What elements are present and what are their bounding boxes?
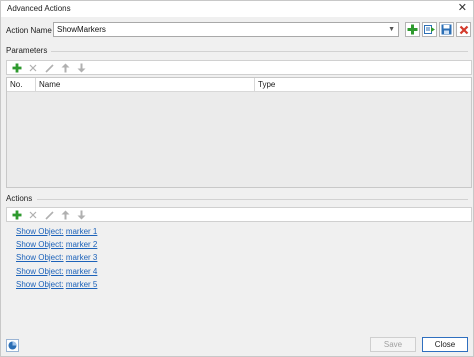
action-name-value: ShowMarkers xyxy=(57,25,106,34)
window-title: Advanced Actions xyxy=(7,4,71,13)
add-action-button[interactable] xyxy=(405,22,420,37)
action-command-link[interactable]: Show Object: xyxy=(16,267,64,276)
action-target-link[interactable]: marker 4 xyxy=(66,267,98,276)
edit-icon[interactable] xyxy=(43,209,55,221)
list-item: Show Object: marker 1 xyxy=(16,227,97,237)
action-name-label: Action Name xyxy=(6,26,52,35)
remove-icon[interactable] xyxy=(27,209,39,221)
move-down-icon[interactable] xyxy=(75,62,87,74)
action-command-link[interactable]: Show Object: xyxy=(16,253,64,262)
add-icon[interactable] xyxy=(11,209,23,221)
save-action-button[interactable] xyxy=(439,22,454,37)
add-icon[interactable] xyxy=(11,62,23,74)
save-icon xyxy=(441,24,452,35)
delete-action-button[interactable] xyxy=(456,22,471,37)
action-command-link[interactable]: Show Object: xyxy=(16,280,64,289)
import-icon xyxy=(423,25,435,34)
move-down-icon[interactable] xyxy=(75,209,87,221)
title-bar: Advanced Actions ✕ xyxy=(1,1,473,17)
list-item: Show Object: marker 5 xyxy=(16,280,97,290)
add-icon xyxy=(407,24,418,35)
action-target-link[interactable]: marker 1 xyxy=(66,227,98,236)
delete-icon xyxy=(459,25,468,34)
info-icon[interactable] xyxy=(6,339,19,352)
move-up-icon[interactable] xyxy=(59,62,71,74)
action-target-link[interactable]: marker 2 xyxy=(66,240,98,249)
column-header-type[interactable]: Type xyxy=(255,78,471,92)
action-target-link[interactable]: marker 3 xyxy=(66,253,98,262)
advanced-actions-dialog: Advanced Actions ✕ Action Name ShowMarke… xyxy=(0,0,474,357)
parameters-divider xyxy=(49,51,468,52)
list-item: Show Object: marker 3 xyxy=(16,253,97,263)
move-up-icon[interactable] xyxy=(59,209,71,221)
import-action-button[interactable] xyxy=(422,22,437,37)
save-button[interactable]: Save xyxy=(370,337,416,352)
parameters-table[interactable]: No. Name Type xyxy=(6,77,472,188)
edit-icon[interactable] xyxy=(43,62,55,74)
column-header-name[interactable]: Name xyxy=(36,78,254,92)
action-command-link[interactable]: Show Object: xyxy=(16,227,64,236)
parameters-section-label: Parameters xyxy=(6,46,52,55)
actions-divider xyxy=(37,199,468,200)
parameters-toolbar xyxy=(6,60,472,75)
parameters-table-header: No. Name Type xyxy=(7,78,471,92)
close-button[interactable]: Close xyxy=(422,337,468,352)
column-header-no[interactable]: No. xyxy=(7,78,35,92)
actions-toolbar xyxy=(6,207,472,222)
list-item: Show Object: marker 2 xyxy=(16,240,97,250)
remove-icon[interactable] xyxy=(27,62,39,74)
action-target-link[interactable]: marker 5 xyxy=(66,280,98,289)
actions-section-label: Actions xyxy=(6,194,37,203)
action-command-link[interactable]: Show Object: xyxy=(16,240,64,249)
chevron-down-icon[interactable]: ▼ xyxy=(388,23,395,36)
list-item: Show Object: marker 4 xyxy=(16,267,97,277)
close-window-icon[interactable]: ✕ xyxy=(458,2,467,15)
action-name-dropdown[interactable]: ShowMarkers ▼ xyxy=(53,22,399,37)
